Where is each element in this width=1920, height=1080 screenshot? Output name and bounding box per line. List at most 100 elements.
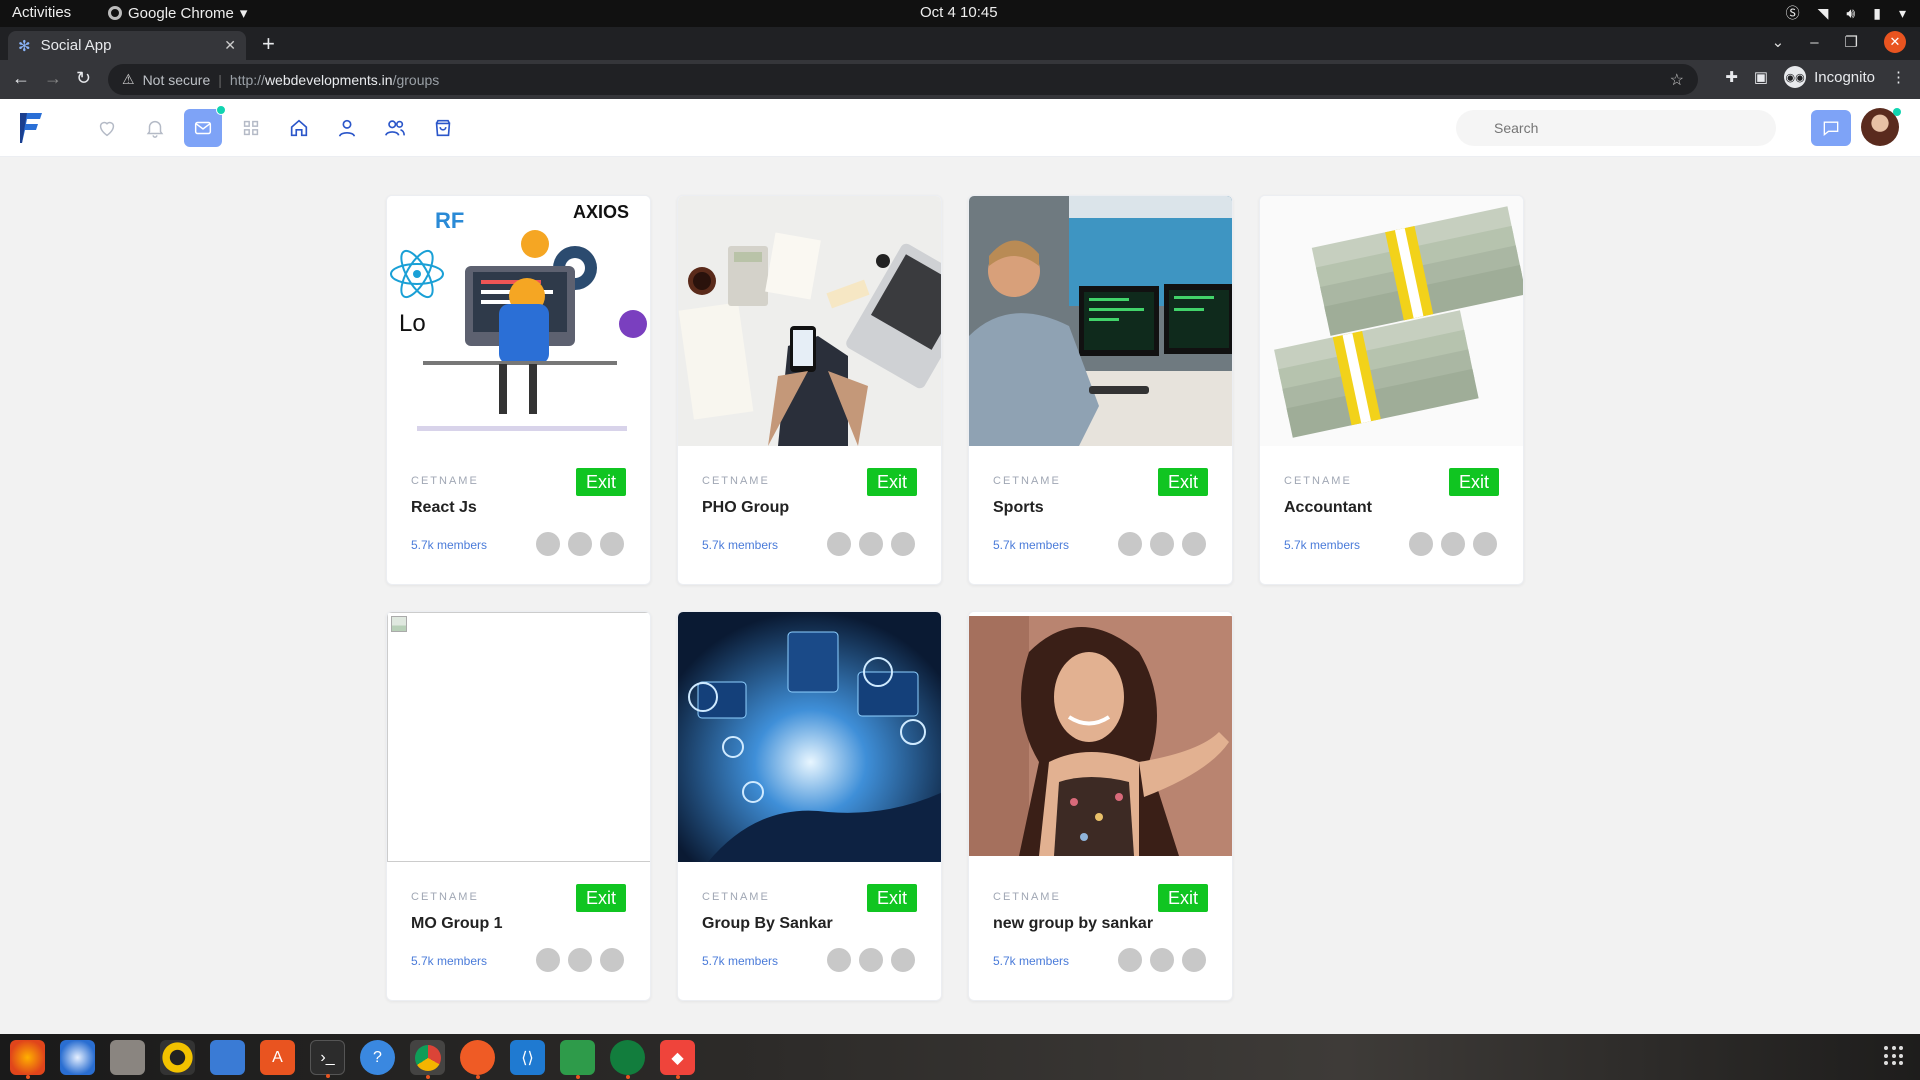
bell-icon[interactable] bbox=[136, 109, 174, 147]
show-apps-icon[interactable] bbox=[1884, 1046, 1904, 1066]
avatar[interactable] bbox=[1861, 108, 1901, 146]
files-icon[interactable] bbox=[110, 1040, 145, 1075]
group-title[interactable]: Group By Sankar bbox=[702, 915, 833, 933]
software-icon[interactable]: A bbox=[260, 1040, 295, 1075]
member-count[interactable]: 5.7k members bbox=[993, 954, 1069, 968]
firefox-icon[interactable] bbox=[10, 1040, 45, 1079]
avatar bbox=[1180, 946, 1208, 974]
anydesk-icon[interactable]: ◆ bbox=[660, 1040, 695, 1079]
close-window-button[interactable]: ✕ bbox=[1884, 31, 1906, 53]
grid-icon[interactable] bbox=[232, 109, 270, 147]
exit-group-button[interactable]: Exit bbox=[1157, 884, 1208, 912]
tech-hand-photo bbox=[678, 612, 941, 862]
extensions-icon[interactable]: ✚ bbox=[1725, 68, 1738, 86]
group-title[interactable]: React Js bbox=[411, 499, 477, 517]
member-count[interactable]: 5.7k members bbox=[1284, 538, 1360, 552]
mail-icon[interactable] bbox=[184, 105, 226, 147]
incognito-indicator[interactable]: ◉◉ Incognito bbox=[1784, 66, 1875, 88]
menu-icon[interactable]: ⋮ bbox=[1891, 68, 1906, 86]
tab-search-icon[interactable]: ⌄ bbox=[1772, 33, 1785, 51]
tab-close-icon[interactable]: ✕ bbox=[224, 37, 236, 54]
app-header bbox=[0, 99, 1920, 157]
address-bar[interactable]: ⚠ Not secure | http://webdevelopments.in… bbox=[108, 64, 1698, 95]
terminal-icon[interactable]: ›_ bbox=[310, 1040, 345, 1078]
member-count[interactable]: 5.7k members bbox=[702, 538, 778, 552]
calc-icon[interactable] bbox=[560, 1040, 595, 1079]
new-tab-button[interactable]: + bbox=[262, 31, 275, 57]
caret-down-icon: ▾ bbox=[1898, 4, 1906, 21]
group-category: CETNAME bbox=[1284, 475, 1352, 487]
avatar bbox=[1439, 530, 1467, 558]
reload-button[interactable]: ↻ bbox=[76, 68, 91, 89]
group-title[interactable]: Sports bbox=[993, 499, 1044, 517]
exit-group-button[interactable]: Exit bbox=[1448, 468, 1499, 496]
security-label[interactable]: Not secure bbox=[143, 72, 211, 88]
avatar bbox=[857, 530, 885, 558]
member-count[interactable]: 5.7k members bbox=[993, 538, 1069, 552]
exit-group-button[interactable]: Exit bbox=[866, 468, 917, 496]
group-image bbox=[969, 196, 1232, 446]
group-card[interactable]: CETNAME MO Group 1 5.7k members Exit bbox=[386, 611, 651, 1001]
tab-strip: ✻ Social App ✕ + ⌄ – ❐ ✕ bbox=[0, 27, 1920, 60]
side-panel-icon[interactable]: ▣ bbox=[1754, 68, 1768, 86]
group-card[interactable]: CETNAME Group By Sankar 5.7k members Exi… bbox=[677, 611, 942, 1001]
warning-icon[interactable]: ⚠ bbox=[122, 71, 135, 88]
group-image bbox=[969, 612, 1232, 862]
app-menu[interactable]: Google Chrome ▾ bbox=[108, 4, 247, 22]
group-title[interactable]: new group by sankar bbox=[993, 915, 1153, 933]
group-title[interactable]: Accountant bbox=[1284, 499, 1372, 517]
group-category: CETNAME bbox=[993, 891, 1061, 903]
chrome-icon[interactable] bbox=[410, 1040, 445, 1079]
group-image bbox=[1260, 196, 1523, 446]
gitkraken-icon[interactable] bbox=[610, 1040, 645, 1079]
help-icon[interactable]: ? bbox=[360, 1040, 395, 1075]
skype-icon[interactable]: Ⓢ bbox=[1786, 3, 1800, 23]
group-card[interactable]: CETNAME Sports 5.7k members Exit bbox=[968, 195, 1233, 585]
exit-group-button[interactable]: Exit bbox=[1157, 468, 1208, 496]
chat-button[interactable] bbox=[1811, 110, 1851, 146]
group-category: CETNAME bbox=[411, 891, 479, 903]
member-count[interactable]: 5.7k members bbox=[702, 954, 778, 968]
group-card[interactable]: CETNAME Accountant 5.7k members Exit bbox=[1259, 195, 1524, 585]
thunderbird-icon[interactable] bbox=[60, 1040, 95, 1075]
system-tray[interactable]: Ⓢ ◥ 🔊︎ ▮ ▾ bbox=[1786, 3, 1906, 23]
clock[interactable]: Oct 4 10:45 bbox=[920, 4, 998, 21]
avatar bbox=[857, 946, 885, 974]
member-avatars bbox=[534, 946, 626, 974]
heart-icon[interactable] bbox=[88, 109, 126, 147]
url-text[interactable]: http://webdevelopments.in/groups bbox=[230, 72, 439, 88]
exit-group-button[interactable]: Exit bbox=[575, 884, 626, 912]
group-image: RF AXIOS Lo bbox=[387, 196, 650, 446]
member-avatars bbox=[1116, 530, 1208, 558]
app-logo[interactable] bbox=[18, 111, 44, 145]
rhythmbox-icon[interactable] bbox=[160, 1040, 195, 1075]
vscode-icon[interactable]: ⟨⟩ bbox=[510, 1040, 545, 1075]
home-icon[interactable] bbox=[280, 109, 318, 147]
user-icon[interactable] bbox=[328, 109, 366, 147]
group-card[interactable]: RF AXIOS Lo CETNAME React Js 5.7k member… bbox=[386, 195, 651, 585]
maximize-button[interactable]: ❐ bbox=[1845, 33, 1858, 51]
group-title[interactable]: MO Group 1 bbox=[411, 915, 503, 933]
bookmark-star-icon[interactable]: ☆ bbox=[1670, 70, 1684, 90]
group-card[interactable]: CETNAME new group by sankar 5.7k members… bbox=[968, 611, 1233, 1001]
postman-icon[interactable] bbox=[460, 1040, 495, 1079]
activities-button[interactable]: Activities bbox=[12, 4, 71, 21]
back-button[interactable]: ← bbox=[12, 68, 30, 89]
exit-group-button[interactable]: Exit bbox=[866, 884, 917, 912]
volume-icon: 🔊︎ bbox=[1846, 4, 1856, 21]
avatar bbox=[825, 530, 853, 558]
users-icon[interactable] bbox=[376, 109, 414, 147]
member-count[interactable]: 5.7k members bbox=[411, 538, 487, 552]
forward-button[interactable]: → bbox=[44, 68, 62, 89]
search-input[interactable] bbox=[1456, 110, 1776, 146]
group-title[interactable]: PHO Group bbox=[702, 499, 789, 517]
exit-group-button[interactable]: Exit bbox=[575, 468, 626, 496]
minimize-button[interactable]: – bbox=[1810, 34, 1818, 51]
member-avatars bbox=[825, 530, 917, 558]
member-count[interactable]: 5.7k members bbox=[411, 954, 487, 968]
group-card[interactable]: CETNAME PHO Group 5.7k members Exit bbox=[677, 195, 942, 585]
tab-social-app[interactable]: ✻ Social App ✕ bbox=[8, 31, 246, 60]
avatar bbox=[1116, 946, 1144, 974]
writer-icon[interactable] bbox=[210, 1040, 245, 1075]
shopping-bag-icon[interactable] bbox=[424, 109, 462, 147]
